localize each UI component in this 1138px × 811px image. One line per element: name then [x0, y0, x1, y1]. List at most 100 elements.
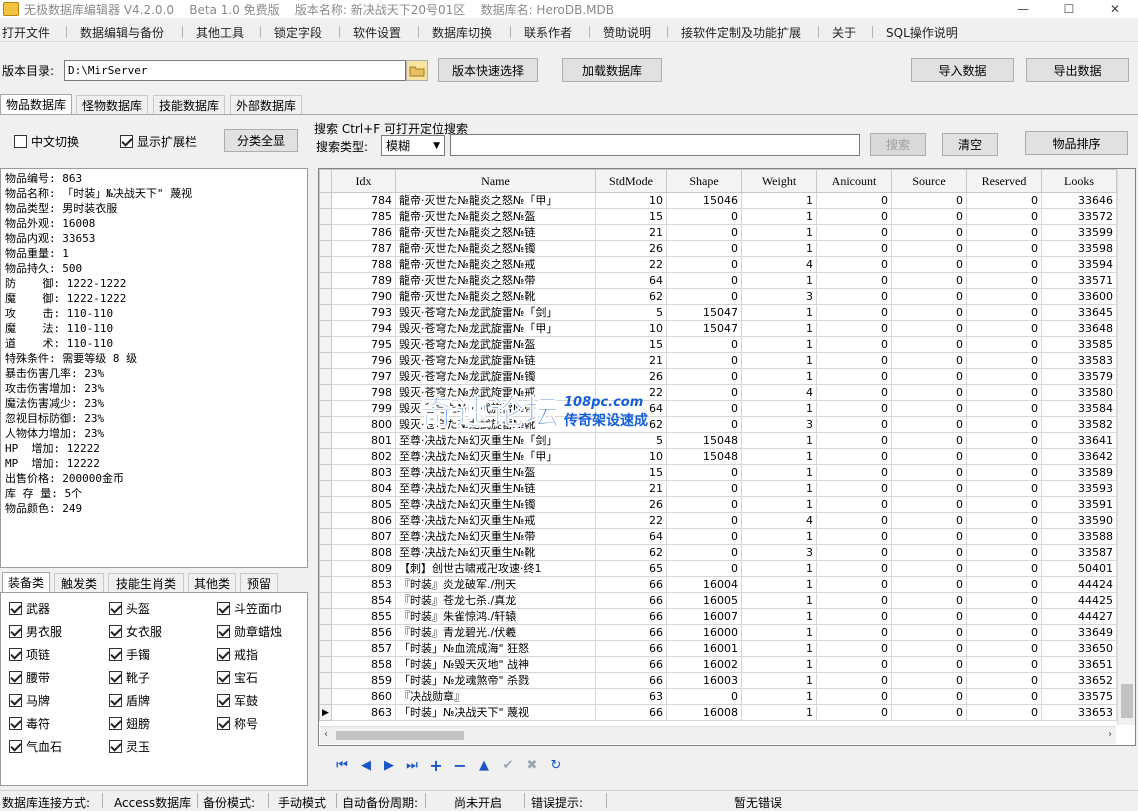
- search-button[interactable]: 搜索: [870, 133, 926, 156]
- table-cell[interactable]: 0: [966, 416, 1042, 433]
- table-cell[interactable]: 66: [595, 624, 667, 641]
- table-cell[interactable]: 0: [816, 576, 892, 593]
- table-row[interactable]: 803 至尊·决战た№幻灭重生№盔 15 0 1 0 0 0 33589: [319, 464, 1117, 481]
- table-cell[interactable]: 66: [595, 704, 667, 721]
- table-cell[interactable]: 0: [816, 384, 892, 401]
- table-cell[interactable]: 66: [595, 672, 667, 689]
- table-row[interactable]: 860 『决战勋章』 63 0 1 0 0 0 33575: [319, 688, 1117, 705]
- table-cell[interactable]: 0: [891, 576, 967, 593]
- table-cell[interactable]: 0: [666, 480, 742, 497]
- table-cell[interactable]: 3: [741, 544, 817, 561]
- table-cell[interactable]: 857: [331, 640, 396, 657]
- table-cell[interactable]: 0: [966, 608, 1042, 625]
- table-cell[interactable]: 33599: [1041, 224, 1117, 241]
- table-cell[interactable]: 44427: [1041, 608, 1117, 625]
- table-cell[interactable]: 龍帝·灭世た№龍炎之怒№靴: [395, 288, 596, 305]
- table-cell[interactable]: 16007: [666, 608, 742, 625]
- table-cell[interactable]: 33583: [1041, 352, 1117, 369]
- category-checkbox[interactable]: 女衣服: [109, 623, 162, 640]
- table-cell[interactable]: 33593: [1041, 480, 1117, 497]
- table-cell[interactable]: 0: [891, 416, 967, 433]
- table-cell[interactable]: 785: [331, 208, 396, 225]
- table-row[interactable]: 800 毁灭·苍穹た№龙武旋雷№靴 62 0 3 0 0 0 33582: [319, 416, 1117, 433]
- table-cell[interactable]: 0: [666, 288, 742, 305]
- table-cell[interactable]: 3: [741, 416, 817, 433]
- table-cell[interactable]: 0: [816, 672, 892, 689]
- table-row[interactable]: 801 至尊·决战た№幻灭重生№「剑」 5 15048 1 0 0 0 33641: [319, 432, 1117, 449]
- table-row[interactable]: 793 毁灭·苍穹た№龙武旋雷№「剑」 5 15047 1 0 0 0 33645: [319, 304, 1117, 321]
- table-cell[interactable]: 793: [331, 304, 396, 321]
- table-cell[interactable]: 0: [666, 208, 742, 225]
- table-cell[interactable]: 859: [331, 672, 396, 689]
- table-row[interactable]: ▶ 863 「时装」№决战天下" 蔑视 66 16008 1 0 0 0 33653: [319, 704, 1117, 721]
- show-ext-checkbox[interactable]: 显示扩展栏: [120, 133, 197, 150]
- table-cell[interactable]: 797: [331, 368, 396, 385]
- table-cell[interactable]: 4: [741, 384, 817, 401]
- table-cell[interactable]: 1: [741, 304, 817, 321]
- import-button[interactable]: 导入数据: [911, 58, 1014, 82]
- table-cell[interactable]: 796: [331, 352, 396, 369]
- table-cell[interactable]: 毁灭·苍穹た№龙武旋雷№「甲」: [395, 320, 596, 337]
- table-cell[interactable]: 4: [741, 256, 817, 273]
- table-cell[interactable]: 至尊·决战た№幻灭重生№链: [395, 480, 596, 497]
- column-header[interactable]: Idx: [331, 169, 396, 193]
- table-cell[interactable]: 0: [966, 320, 1042, 337]
- table-cell[interactable]: 64: [595, 528, 667, 545]
- table-cell[interactable]: 0: [816, 624, 892, 641]
- menu-software-settings[interactable]: 软件设置: [353, 24, 401, 41]
- table-row[interactable]: 799 毁灭·苍穹た№龙武旋雷№带 64 0 1 0 0 0 33584: [319, 400, 1117, 417]
- table-cell[interactable]: 66: [595, 608, 667, 625]
- category-checkbox[interactable]: 气血石: [9, 738, 62, 755]
- category-checkbox[interactable]: 宝石: [217, 669, 258, 686]
- column-header[interactable]: StdMode: [595, 169, 667, 193]
- column-header[interactable]: Weight: [741, 169, 817, 193]
- table-cell[interactable]: 64: [595, 400, 667, 417]
- table-cell[interactable]: 毁灭·苍穹た№龙武旋雷№链: [395, 352, 596, 369]
- table-cell[interactable]: 0: [666, 240, 742, 257]
- cancel-edit-icon[interactable]: ✖: [522, 756, 542, 774]
- table-cell[interactable]: 0: [666, 224, 742, 241]
- table-cell[interactable]: 15047: [666, 320, 742, 337]
- scroll-left-icon[interactable]: ‹: [324, 729, 328, 740]
- table-cell[interactable]: 16001: [666, 640, 742, 657]
- table-cell[interactable]: 856: [331, 624, 396, 641]
- table-cell[interactable]: 0: [966, 544, 1042, 561]
- table-cell[interactable]: 0: [816, 192, 892, 209]
- table-cell[interactable]: 62: [595, 544, 667, 561]
- table-cell[interactable]: 803: [331, 464, 396, 481]
- table-cell[interactable]: 0: [816, 560, 892, 577]
- table-cell[interactable]: 0: [966, 704, 1042, 721]
- close-button[interactable]: ✕: [1092, 0, 1138, 18]
- table-cell[interactable]: 16003: [666, 672, 742, 689]
- prior-record-icon[interactable]: ◀: [356, 756, 376, 774]
- table-cell[interactable]: 1: [741, 704, 817, 721]
- table-cell[interactable]: 0: [816, 272, 892, 289]
- table-cell[interactable]: 33584: [1041, 400, 1117, 417]
- table-cell[interactable]: 1: [741, 224, 817, 241]
- column-header[interactable]: Reserved: [966, 169, 1042, 193]
- first-record-icon[interactable]: ⏮: [332, 756, 352, 774]
- menu-sql-help[interactable]: SQL操作说明: [886, 24, 958, 41]
- table-cell[interactable]: 0: [816, 608, 892, 625]
- table-cell[interactable]: 33645: [1041, 304, 1117, 321]
- table-cell[interactable]: 66: [595, 592, 667, 609]
- table-cell[interactable]: 33653: [1041, 704, 1117, 721]
- table-cell[interactable]: 0: [966, 288, 1042, 305]
- table-cell[interactable]: 0: [666, 336, 742, 353]
- table-cell[interactable]: 0: [891, 608, 967, 625]
- tab-skill-zodiac[interactable]: 技能生肖类: [108, 573, 184, 593]
- table-cell[interactable]: 0: [891, 432, 967, 449]
- table-cell[interactable]: 50401: [1041, 560, 1117, 577]
- table-cell[interactable]: 0: [966, 656, 1042, 673]
- vertical-scrollbar[interactable]: [1117, 169, 1135, 725]
- data-grid[interactable]: Idx Name StdMode Shape Weight Anicount Source R…: [318, 168, 1136, 746]
- table-cell[interactable]: 21: [595, 224, 667, 241]
- table-cell[interactable]: 33642: [1041, 448, 1117, 465]
- show-all-categories-button[interactable]: 分类全显: [224, 129, 298, 152]
- table-cell[interactable]: 0: [966, 496, 1042, 513]
- table-cell[interactable]: 0: [966, 272, 1042, 289]
- table-cell[interactable]: 0: [891, 448, 967, 465]
- table-cell[interactable]: 龍帝·灭世た№龍炎之怒№带: [395, 272, 596, 289]
- table-cell[interactable]: 0: [816, 704, 892, 721]
- table-cell[interactable]: 0: [816, 448, 892, 465]
